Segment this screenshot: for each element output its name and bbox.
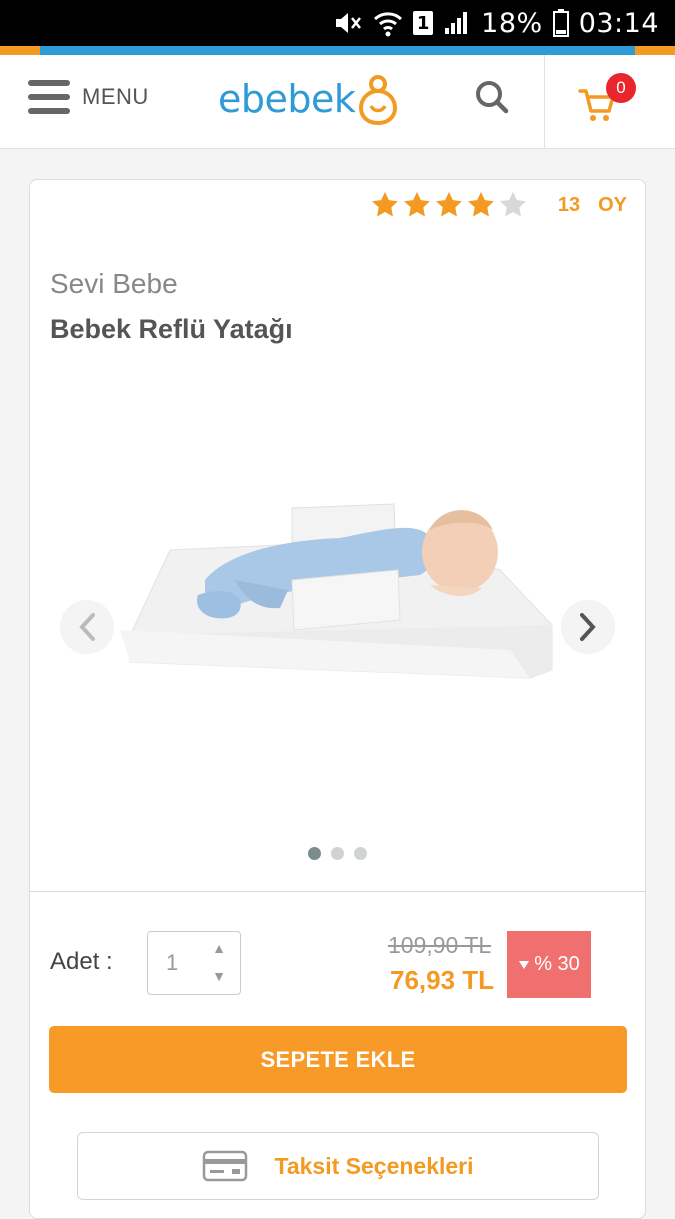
gallery-dot[interactable] — [308, 847, 321, 860]
installment-options-button[interactable]: Taksit Seçenekleri — [77, 1132, 599, 1200]
clock: 03:14 — [578, 7, 659, 39]
star-filled-icon — [435, 191, 462, 217]
star-rating — [370, 190, 528, 220]
previous-image-button[interactable] — [60, 600, 114, 654]
product-image-gallery[interactable] — [30, 370, 645, 830]
gallery-dot[interactable] — [354, 847, 367, 860]
vote-label: OY — [598, 193, 627, 216]
star-filled-icon — [371, 191, 398, 217]
product-title: Bebek Reflü Yatağı — [50, 314, 293, 344]
discount-value: % 30 — [534, 953, 580, 975]
menu-label: MENU — [82, 84, 149, 109]
menu-button[interactable]: MENU — [28, 77, 149, 117]
search-icon — [476, 81, 509, 114]
caret-down-icon — [519, 960, 530, 969]
mute-icon — [333, 8, 363, 38]
hamburger-icon — [28, 80, 70, 114]
add-to-cart-button[interactable]: SEPETE EKLE — [49, 1026, 627, 1093]
quantity-increase-icon[interactable]: ▲ — [212, 940, 226, 956]
wifi-icon — [373, 8, 403, 38]
current-price: 76,93 TL — [390, 965, 495, 995]
star-empty-icon — [499, 191, 526, 217]
quantity-value[interactable]: 1 — [166, 950, 178, 976]
product-brand[interactable]: Sevi Bebe — [50, 268, 178, 300]
next-image-button[interactable] — [561, 600, 615, 654]
battery-percent: 18% — [481, 7, 543, 39]
logo-text: ebebek — [218, 77, 356, 121]
quantity-label: Adet : — [50, 948, 113, 975]
battery-icon — [552, 8, 569, 38]
product-image — [120, 503, 553, 679]
discount-badge: % 30 — [507, 931, 591, 998]
logo-mark-icon — [359, 75, 398, 126]
vote-count: 13 — [557, 193, 581, 216]
sim-icon: 1 — [413, 11, 434, 35]
status-bar: 1 18% 03:14 — [0, 0, 675, 46]
star-filled-icon — [403, 191, 430, 217]
product-card: 13 OY Sevi Bebe Bebek Reflü Yatağı Adet … — [29, 179, 646, 1219]
card-divider — [30, 891, 645, 892]
app-header: MENU ebebek 0 — [0, 55, 675, 149]
cart-button[interactable]: 0 — [578, 73, 636, 125]
old-price: 109,90 TL — [388, 932, 492, 958]
quantity-decrease-icon[interactable]: ▼ — [212, 968, 226, 984]
quantity-stepper[interactable]: 1 ▲ ▼ — [147, 931, 241, 995]
signal-icon — [443, 8, 471, 38]
search-button[interactable] — [474, 79, 510, 115]
installment-label: Taksit Seçenekleri — [274, 1152, 474, 1179]
gallery-dot[interactable] — [331, 847, 344, 860]
chevron-left-icon — [79, 613, 95, 641]
logo[interactable]: ebebek — [218, 69, 399, 129]
chevron-right-icon — [580, 613, 596, 641]
star-filled-icon — [467, 191, 494, 217]
brand-strip — [0, 46, 675, 55]
credit-card-icon — [203, 1150, 248, 1182]
header-divider — [544, 55, 545, 149]
rating[interactable]: 13 OY — [370, 190, 627, 220]
gallery-pagination — [30, 847, 645, 860]
cart-count-badge: 0 — [606, 73, 636, 103]
